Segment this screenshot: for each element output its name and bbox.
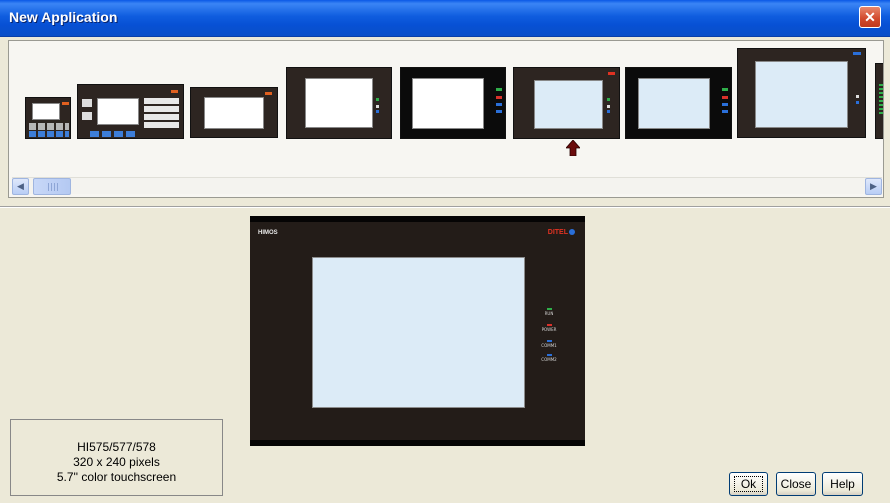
device-preview: HIMOS DITEL RUN POWER COMM1 COMM2: [250, 216, 585, 446]
device-thumbnail-4[interactable]: [286, 67, 392, 139]
device-thumbnail-5[interactable]: [400, 67, 506, 139]
close-icon[interactable]: ✕: [859, 6, 881, 28]
horizontal-scrollbar[interactable]: ◀ ▶: [12, 177, 882, 195]
divider: [0, 206, 890, 208]
device-thumbnail-2[interactable]: [77, 84, 184, 139]
help-button[interactable]: Help: [822, 472, 863, 496]
device-model: HI575/577/578: [77, 440, 156, 454]
indicator-comm2: COMM2: [538, 354, 560, 362]
device-thumbnail-9[interactable]: [875, 63, 883, 139]
indicator-power: POWER: [538, 324, 560, 332]
scroll-right-glyph: ▶: [870, 181, 877, 191]
ok-button[interactable]: Ok: [729, 472, 768, 496]
brand-logo: DITEL: [548, 229, 575, 236]
window-title: New Application: [9, 9, 118, 25]
title-bar: New Application ✕: [0, 0, 890, 37]
device-thumbnail-1[interactable]: [25, 97, 71, 139]
brand-logo-text: DITEL: [547, 229, 568, 236]
device-info-box: HI575/577/578 320 x 240 pixels 5.7'' col…: [10, 419, 223, 496]
up-arrow-icon: [566, 140, 580, 156]
device-thumbnail-7[interactable]: [625, 67, 732, 139]
indicator-comm1: COMM1: [538, 340, 560, 348]
indicator-run: RUN: [538, 308, 560, 316]
device-thumbnail-3[interactable]: [190, 87, 278, 138]
device-strip: [8, 40, 884, 198]
device-screen-type: 5.7'' color touchscreen: [56, 470, 177, 484]
preview-screen: [312, 257, 525, 408]
scroll-right-icon[interactable]: ▶: [865, 178, 882, 195]
device-thumbnail-8[interactable]: [737, 48, 866, 138]
close-button[interactable]: Close: [776, 472, 816, 496]
scroll-left-glyph: ◀: [17, 181, 24, 191]
scroll-left-icon[interactable]: ◀: [12, 178, 29, 195]
ok-button-label: Ok: [733, 476, 764, 492]
brand-label-left: HIMOS: [258, 230, 278, 236]
device-resolution: 320 x 240 pixels: [73, 455, 160, 469]
device-thumbnail-6[interactable]: [513, 67, 620, 139]
scrollbar-thumb[interactable]: [33, 178, 71, 195]
